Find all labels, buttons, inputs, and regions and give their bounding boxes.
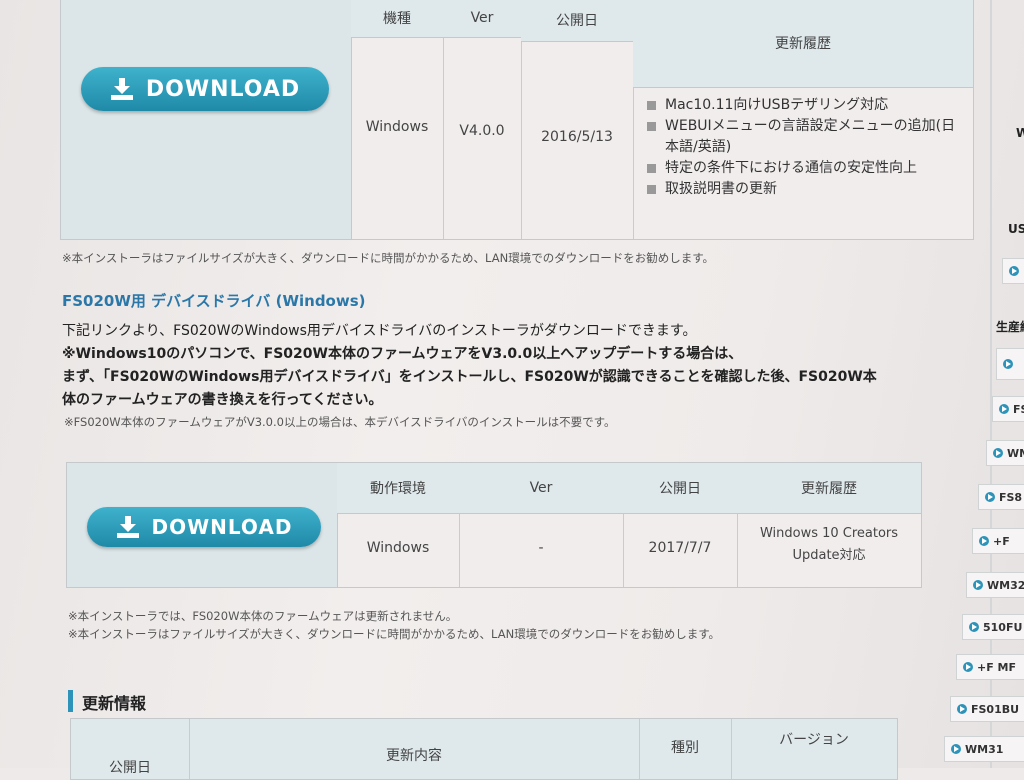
column-date: 公開日 bbox=[71, 719, 190, 779]
sidebar-item-label: FS bbox=[1013, 402, 1024, 416]
cell-history: Windows 10 Creators bbox=[759, 525, 899, 541]
header-env: 動作環境 bbox=[337, 463, 459, 514]
driver-warning-line: 体のファームウェアの書き換えを行ってください。 bbox=[62, 392, 383, 408]
sidebar-item[interactable]: FS8 bbox=[978, 484, 1024, 510]
column-env: 動作環境 Windows bbox=[337, 463, 460, 587]
cell-date: 2016/5/13 bbox=[541, 129, 613, 145]
download-button-label: DOWNLOAD bbox=[145, 76, 301, 102]
update-info-table: 公開日 更新内容 種別 バージョン bbox=[70, 718, 898, 780]
download-cell bbox=[61, 0, 352, 239]
history-item: Mac10.11向けUSBテザリング対応 bbox=[647, 95, 967, 116]
header-type: 種別 bbox=[671, 740, 699, 756]
play-icon bbox=[979, 536, 989, 546]
download-table-2: DOWNLOAD 動作環境 Windows Ver - 公開日 2017/7/7… bbox=[66, 462, 922, 588]
download-button[interactable]: DOWNLOAD bbox=[87, 507, 321, 547]
section-accent-bar bbox=[68, 690, 73, 712]
download-button[interactable]: DOWNLOAD bbox=[81, 67, 329, 111]
header-content: 更新内容 bbox=[386, 748, 442, 764]
header-history: 更新履歴 bbox=[737, 463, 921, 514]
play-icon bbox=[985, 492, 995, 502]
sidebar-item-label: WM32 bbox=[987, 578, 1024, 592]
column-date: 公開日 2017/7/7 bbox=[623, 463, 738, 587]
column-content: 更新内容 bbox=[189, 719, 640, 779]
play-icon bbox=[951, 744, 961, 754]
download-button-label: DOWNLOAD bbox=[151, 515, 293, 539]
header-version: バージョン bbox=[779, 732, 849, 748]
sidebar-item-label: +F MF bbox=[977, 660, 1017, 674]
installer-note: ※本インストーラはファイルサイズが大きく、ダウンロードに時間がかかるため、LAN… bbox=[62, 251, 715, 265]
header-ver: Ver bbox=[459, 463, 623, 514]
header-model: 機種 bbox=[351, 0, 443, 38]
cell-ver: V4.0.0 bbox=[459, 123, 505, 139]
play-icon bbox=[993, 448, 1003, 458]
play-icon bbox=[969, 622, 979, 632]
play-icon bbox=[1003, 359, 1013, 369]
sidebar-item[interactable]: 510FU bbox=[962, 614, 1024, 640]
sidebar-item-label: FS01BU bbox=[971, 702, 1020, 716]
installer-note: ※本インストーラはファイルサイズが大きく、ダウンロードに時間がかかるため、LAN… bbox=[68, 627, 721, 641]
sidebar-item[interactable]: +F bbox=[972, 528, 1024, 554]
update-info-title: 更新情報 bbox=[82, 694, 147, 713]
sidebar-item[interactable] bbox=[1002, 258, 1024, 284]
driver-warning-line: まず、「FS020WのWindows用デバイスドライバ」をインストールし、FS0… bbox=[62, 369, 877, 385]
sidebar-heading: USB bbox=[1008, 222, 1024, 236]
header-date: 公開日 bbox=[521, 0, 633, 42]
main-content: DOWNLOAD 機種 Windows Ver V4.0.0 公開日 2016/… bbox=[0, 0, 1000, 780]
installer-note: ※本インストーラでは、FS020W本体のファームウェアは更新されません。 bbox=[68, 609, 458, 623]
sidebar-item[interactable]: WM32 bbox=[966, 572, 1024, 598]
cell-env: Windows bbox=[366, 540, 430, 556]
column-ver: Ver V4.0.0 bbox=[443, 0, 522, 239]
cell-ver: - bbox=[538, 540, 544, 556]
play-icon bbox=[963, 662, 973, 672]
column-history: 更新履歴 Mac10.11向けUSBテザリング対応 WEBUIメニューの言語設定… bbox=[633, 0, 973, 239]
play-icon bbox=[1009, 266, 1019, 276]
sidebar-item-label: FS8 bbox=[999, 490, 1023, 504]
driver-section-title[interactable]: FS020W用 デバイスドライバ (Windows) bbox=[62, 290, 366, 311]
sidebar-item[interactable]: WM bbox=[986, 440, 1024, 466]
sidebar-heading: W bbox=[1016, 126, 1024, 140]
sidebar-item-label: +F bbox=[993, 534, 1010, 548]
column-type: 種別 bbox=[639, 719, 732, 779]
history-item: 取扱説明書の更新 bbox=[647, 179, 967, 200]
history-list: Mac10.11向けUSBテザリング対応 WEBUIメニューの言語設定メニューの… bbox=[647, 95, 967, 200]
sidebar-item-label: WM bbox=[1007, 446, 1024, 460]
header-date: 公開日 bbox=[623, 463, 737, 514]
cell-history: Update対応 bbox=[792, 547, 866, 563]
driver-warning-line: ※Windows10のパソコンで、FS020W本体のファームウェアをV3.0.0… bbox=[62, 346, 743, 362]
download-table-1: DOWNLOAD 機種 Windows Ver V4.0.0 公開日 2016/… bbox=[60, 0, 974, 240]
column-model: 機種 Windows bbox=[351, 0, 444, 239]
screen: DOWNLOAD 機種 Windows Ver V4.0.0 公開日 2016/… bbox=[0, 0, 1024, 780]
play-icon bbox=[999, 404, 1009, 414]
column-version: バージョン bbox=[731, 719, 897, 779]
sidebar-item[interactable] bbox=[996, 348, 1024, 380]
cell-date: 2017/7/7 bbox=[648, 540, 712, 556]
header-history: 更新履歴 bbox=[633, 0, 973, 88]
sidebar-heading: 生産終 bbox=[996, 320, 1024, 334]
sidebar-item[interactable]: FS01BU bbox=[950, 696, 1024, 722]
column-history: 更新履歴 Windows 10 Creators Update対応 bbox=[737, 463, 921, 587]
column-ver: Ver - bbox=[459, 463, 624, 587]
history-item: WEBUIメニューの言語設定メニューの追加(日本語/英語) bbox=[647, 116, 967, 158]
header-date: 公開日 bbox=[109, 760, 151, 776]
history-item: 特定の条件下における通信の安定性向上 bbox=[647, 158, 967, 179]
driver-small-note: ※FS020W本体のファームウェアがV3.0.0以上の場合は、本デバイスドライバ… bbox=[64, 415, 616, 429]
sidebar-item-label: WM31 bbox=[965, 742, 1004, 756]
sidebar-item-label: 510FU bbox=[983, 620, 1023, 634]
play-icon bbox=[973, 580, 983, 590]
download-icon bbox=[110, 78, 134, 100]
play-icon bbox=[957, 704, 967, 714]
driver-intro: 下記リンクより、FS020WのWindows用デバイスドライバのインストーラがダ… bbox=[62, 323, 697, 339]
sidebar-item[interactable]: +F MF bbox=[956, 654, 1024, 680]
sidebar-item[interactable]: WM31 bbox=[944, 736, 1024, 762]
sidebar-divider bbox=[990, 0, 992, 768]
sidebar: W USB 生産終 FS WM FS8 +F WM32 510FU +F MF … bbox=[940, 0, 1024, 768]
sidebar-item[interactable]: FS bbox=[992, 396, 1024, 422]
column-date: 公開日 2016/5/13 bbox=[521, 0, 634, 239]
download-icon bbox=[116, 516, 140, 538]
cell-model: Windows bbox=[365, 119, 429, 135]
header-ver: Ver bbox=[443, 0, 521, 38]
